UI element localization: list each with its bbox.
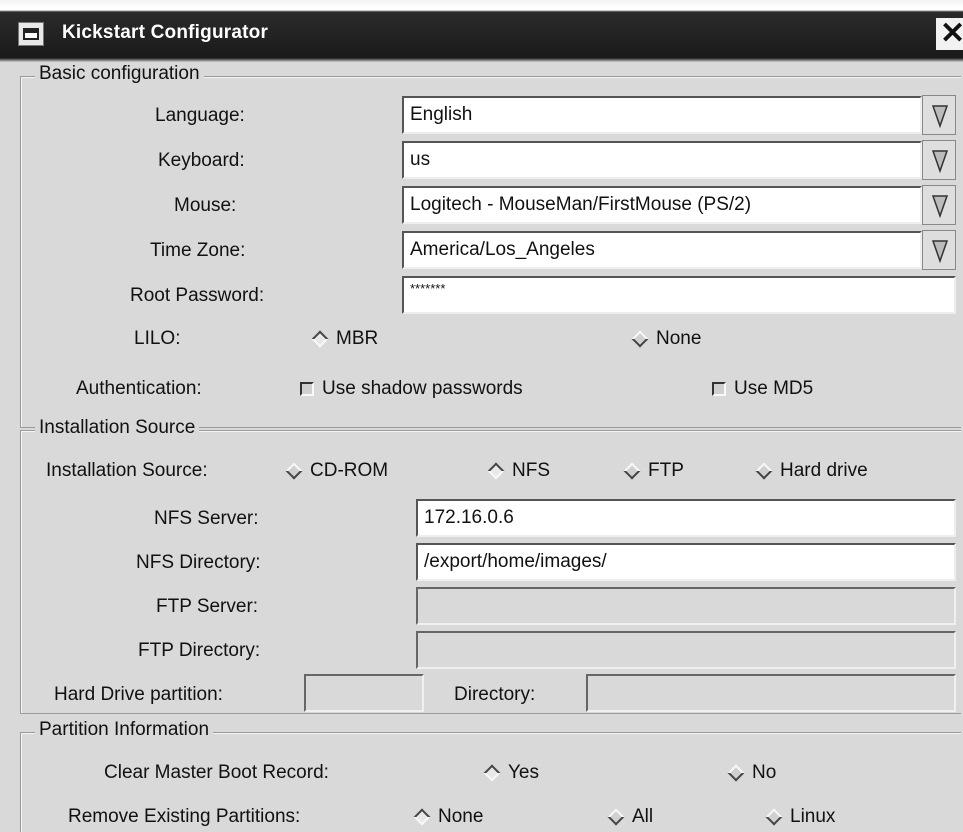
checkbox-indicator [300, 382, 314, 396]
source-nfs-radio[interactable]: NFS [487, 460, 550, 482]
timezone-label: Time Zone: [150, 240, 246, 261]
group-title: Partition Information [35, 719, 214, 741]
radio-indicator [623, 462, 641, 480]
chevron-down-icon [931, 240, 949, 263]
use-md5-checkbox[interactable]: Use MD5 [712, 378, 813, 400]
hard-drive-directory-label: Directory: [454, 684, 536, 705]
keyboard-label: Keyboard: [158, 150, 245, 171]
hard-drive-partition-input[interactable] [304, 674, 424, 712]
group-title: Installation Source [35, 417, 200, 439]
radio-indicator [755, 462, 773, 480]
nfs-server-input[interactable]: 172.16.0.6 [416, 499, 956, 537]
ftp-server-input[interactable] [416, 587, 956, 625]
lilo-mbr-radio[interactable]: MBR [311, 328, 378, 350]
timezone-select[interactable]: America/Los_Angeles [402, 231, 922, 269]
keyboard-dropdown-button[interactable] [922, 140, 956, 180]
radio-indicator [483, 764, 501, 782]
hard-drive-directory-input[interactable] [586, 674, 956, 712]
clear-mbr-no-radio[interactable]: No [727, 762, 776, 784]
nfs-directory-input[interactable]: /export/home/images/ [416, 543, 956, 581]
language-label: Language: [155, 105, 245, 126]
radio-indicator [607, 808, 625, 826]
mouse-dropdown-button[interactable] [922, 185, 956, 225]
remove-all-radio[interactable]: All [607, 806, 653, 828]
remove-partitions-label: Remove Existing Partitions: [68, 806, 301, 827]
radio-indicator [487, 462, 505, 480]
source-cdrom-radio[interactable]: CD-ROM [285, 460, 388, 482]
mouse-label: Mouse: [174, 195, 237, 216]
checkbox-indicator [712, 382, 726, 396]
lilo-label: LILO: [134, 328, 181, 349]
keyboard-select[interactable]: us [402, 141, 922, 179]
clear-mbr-yes-radio[interactable]: Yes [483, 762, 539, 784]
window-title: Kickstart Configurator [62, 22, 269, 43]
title-bar[interactable]: Kickstart Configurator ✕ [0, 0, 963, 62]
ftp-directory-label: FTP Directory: [138, 640, 261, 661]
installation-source-label: Installation Source: [46, 460, 208, 481]
mouse-select[interactable]: Logitech - MouseMan/FirstMouse (PS/2) [402, 186, 922, 224]
lilo-none-radio[interactable]: None [631, 328, 701, 350]
authentication-label: Authentication: [76, 378, 202, 399]
root-password-input[interactable]: ******* [402, 276, 956, 314]
radio-indicator [631, 330, 649, 348]
kickstart-window: Kickstart Configurator ✕ Basic configura… [0, 0, 963, 832]
remove-none-radio[interactable]: None [413, 806, 483, 828]
radio-indicator [311, 330, 329, 348]
language-dropdown-button[interactable] [922, 95, 956, 135]
ftp-directory-input[interactable] [416, 631, 956, 669]
remove-linux-radio[interactable]: Linux [765, 806, 835, 828]
group-title: Basic configuration [35, 63, 204, 85]
clear-mbr-label: Clear Master Boot Record: [104, 762, 329, 783]
chevron-down-icon [931, 150, 949, 173]
window-menu-icon[interactable] [18, 22, 44, 46]
root-password-label: Root Password: [130, 285, 265, 306]
source-harddrive-radio[interactable]: Hard drive [755, 460, 868, 482]
ftp-server-label: FTP Server: [156, 596, 259, 617]
radio-indicator [765, 808, 783, 826]
radio-indicator [727, 764, 745, 782]
chevron-down-icon [931, 105, 949, 128]
chevron-down-icon [931, 195, 949, 218]
radio-indicator [413, 808, 431, 826]
timezone-dropdown-button[interactable] [922, 230, 956, 270]
language-select[interactable]: English [402, 96, 922, 134]
close-icon[interactable]: ✕ [936, 18, 963, 50]
hard-drive-partition-label: Hard Drive partition: [54, 684, 223, 705]
source-ftp-radio[interactable]: FTP [623, 460, 684, 482]
radio-indicator [285, 462, 303, 480]
nfs-directory-label: NFS Directory: [136, 552, 261, 573]
nfs-server-label: NFS Server: [154, 508, 259, 529]
use-shadow-passwords-checkbox[interactable]: Use shadow passwords [300, 378, 523, 400]
